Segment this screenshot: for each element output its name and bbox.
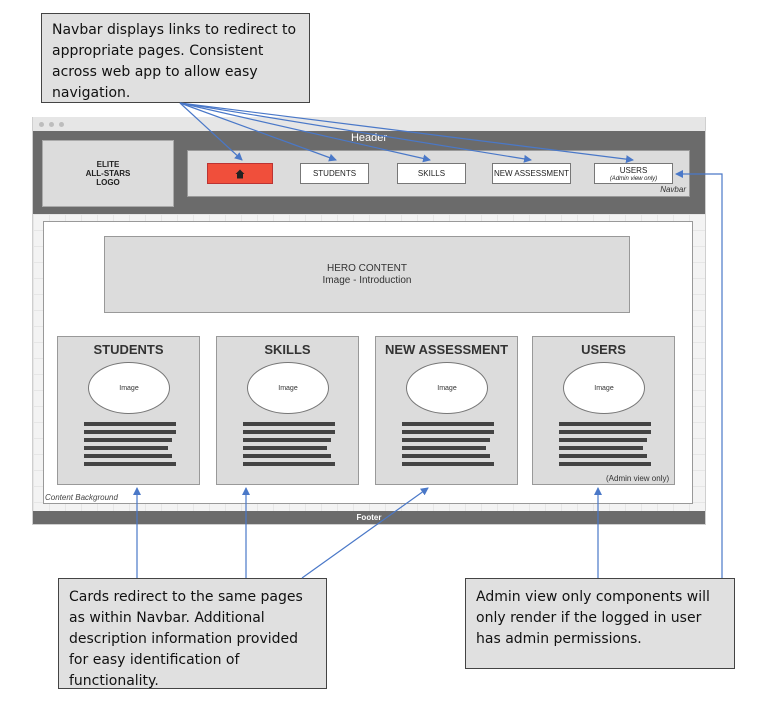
annotation-arrows	[133, 102, 723, 579]
arrow-to-nav-users	[675, 170, 723, 578]
arrow-to-students	[179, 102, 337, 162]
arrow-to-users	[179, 102, 634, 164]
arrow-to-card-new-assessment	[301, 487, 429, 579]
arrow-to-skills	[179, 102, 431, 163]
